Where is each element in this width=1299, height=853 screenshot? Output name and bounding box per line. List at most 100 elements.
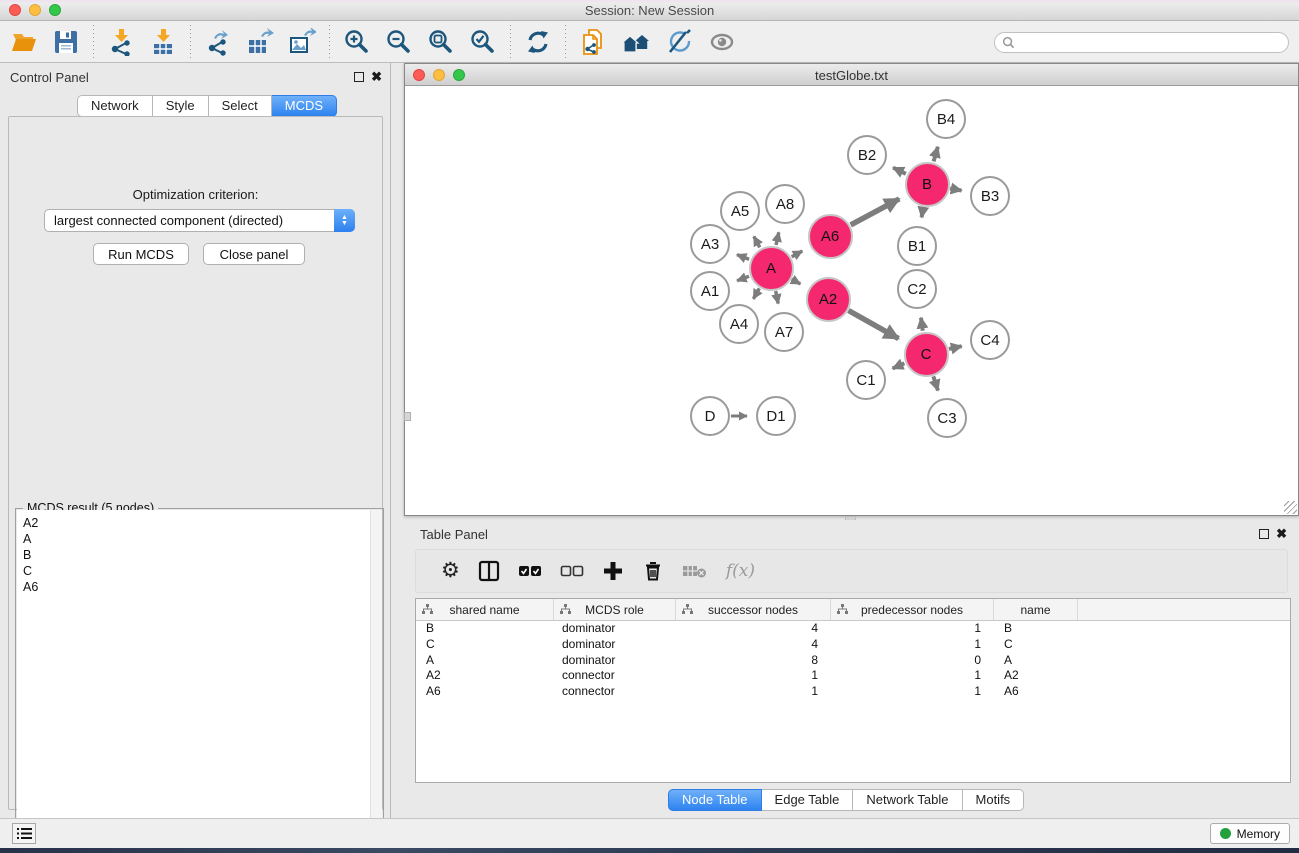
column-header-shared-name[interactable]: shared name <box>416 599 554 620</box>
export-table-button[interactable] <box>244 26 276 58</box>
table-cell[interactable]: connector <box>554 668 676 684</box>
tab-node-table[interactable]: Node Table <box>668 789 762 811</box>
float-panel-icon[interactable] <box>354 72 364 82</box>
graph-node-D1[interactable]: D1 <box>756 396 796 436</box>
graph-node-A2[interactable]: A2 <box>806 277 851 322</box>
canvas-scroll-nub[interactable] <box>404 412 411 421</box>
table-cell[interactable]: 0 <box>831 653 994 669</box>
home-button[interactable] <box>619 26 653 58</box>
show-hide-eye-button[interactable] <box>705 26 739 58</box>
split-view-button[interactable] <box>478 560 500 582</box>
table-cell[interactable]: C <box>416 637 554 653</box>
graph-edge-A-A5[interactable] <box>754 236 760 247</box>
tab-network-table[interactable]: Network Table <box>853 789 962 811</box>
graph-edge-C-C1[interactable] <box>893 363 905 368</box>
export-image-button[interactable] <box>286 26 318 58</box>
result-list-item[interactable]: C <box>17 563 370 579</box>
table-cell[interactable]: connector <box>554 684 676 700</box>
graph-node-B3[interactable]: B3 <box>970 176 1010 216</box>
graph-edge-B-B3[interactable] <box>950 188 961 190</box>
zoom-selected-button[interactable] <box>467 26 499 58</box>
table-settings-button[interactable]: ⚙ <box>441 561 460 581</box>
save-session-button[interactable] <box>50 26 82 58</box>
task-history-button[interactable] <box>12 823 36 844</box>
column-header-predecessor-nodes[interactable]: predecessor nodes <box>831 599 994 620</box>
column-header-mcds-role[interactable]: MCDS role <box>554 599 676 620</box>
memory-button[interactable]: Memory <box>1210 823 1290 844</box>
import-network-button[interactable] <box>105 26 137 58</box>
delete-column-button[interactable] <box>642 560 664 582</box>
graph-edge-C-C3[interactable] <box>933 376 938 390</box>
graph-node-C2[interactable]: C2 <box>897 269 937 309</box>
graph-edge-A-A7[interactable] <box>776 291 779 304</box>
result-list-item[interactable]: A2 <box>17 515 370 531</box>
criterion-dropdown[interactable]: largest connected component (directed) ▲… <box>44 209 355 232</box>
table-cell[interactable]: B <box>416 621 554 637</box>
graph-edge-B-B4[interactable] <box>934 147 938 162</box>
table-cell[interactable]: 1 <box>676 684 831 700</box>
graph-edge-A2-C[interactable] <box>848 311 898 339</box>
import-table-button[interactable] <box>147 26 179 58</box>
tab-motifs[interactable]: Motifs <box>963 789 1025 811</box>
graph-node-A8[interactable]: A8 <box>765 184 805 224</box>
graph-node-B[interactable]: B <box>905 162 950 207</box>
graph-edge-A-A3[interactable] <box>737 255 749 260</box>
result-list-item[interactable]: A <box>17 531 370 547</box>
zoom-fit-button[interactable] <box>425 26 457 58</box>
clone-network-button[interactable] <box>577 26 609 58</box>
window-resize-grip[interactable] <box>1284 501 1297 514</box>
graph-edge-B-B1[interactable] <box>922 207 924 217</box>
table-cell[interactable]: A6 <box>416 684 554 700</box>
graph-node-C4[interactable]: C4 <box>970 320 1010 360</box>
table-cell[interactable]: 4 <box>676 637 831 653</box>
table-cell[interactable]: A6 <box>994 684 1078 700</box>
result-list-item[interactable]: A6 <box>17 579 370 595</box>
graph-node-B1[interactable]: B1 <box>897 226 937 266</box>
close-panel-button[interactable]: Close panel <box>203 243 305 265</box>
table-cell[interactable]: 1 <box>831 621 994 637</box>
graph-edge-A6-B[interactable] <box>851 199 900 225</box>
table-cell[interactable]: 1 <box>831 668 994 684</box>
graph-node-C3[interactable]: C3 <box>927 398 967 438</box>
tab-style[interactable]: Style <box>153 95 209 117</box>
table-cell[interactable]: C <box>994 637 1078 653</box>
graph-node-B2[interactable]: B2 <box>847 135 887 175</box>
table-row[interactable]: Cdominator41C <box>416 637 1290 653</box>
table-cell[interactable]: A2 <box>994 668 1078 684</box>
table-cell[interactable]: B <box>994 621 1078 637</box>
graph-node-A7[interactable]: A7 <box>764 312 804 352</box>
graph-edge-C-C4[interactable] <box>949 346 962 349</box>
graph-edge-C-C2[interactable] <box>921 318 923 331</box>
table-close-panel-icon[interactable]: ✖ <box>1276 526 1287 542</box>
table-cell[interactable]: dominator <box>554 653 676 669</box>
search-input[interactable] <box>1019 36 1288 50</box>
zoom-out-button[interactable] <box>383 26 415 58</box>
tab-network[interactable]: Network <box>77 95 153 117</box>
table-cell[interactable]: A <box>994 653 1078 669</box>
table-cell[interactable]: 1 <box>676 668 831 684</box>
graph-node-A6[interactable]: A6 <box>808 214 853 259</box>
table-row[interactable]: Bdominator41B <box>416 621 1290 637</box>
function-builder-button[interactable]: f(x) <box>726 561 755 581</box>
graph-edge-A-A6[interactable] <box>792 251 803 257</box>
graph-node-C[interactable]: C <box>904 332 949 377</box>
search-field[interactable] <box>994 32 1289 53</box>
add-column-button[interactable] <box>602 560 624 582</box>
graph-edge-A-A2[interactable] <box>792 279 801 284</box>
result-list-item[interactable]: B <box>17 547 370 563</box>
table-cell[interactable]: A2 <box>416 668 554 684</box>
tab-edge-table[interactable]: Edge Table <box>762 789 854 811</box>
run-mcds-button[interactable]: Run MCDS <box>93 243 189 265</box>
select-all-button[interactable] <box>518 560 542 582</box>
table-cell[interactable]: dominator <box>554 621 676 637</box>
delete-table-button[interactable] <box>682 561 708 581</box>
refresh-button[interactable] <box>522 26 554 58</box>
result-scrollbar[interactable] <box>370 510 382 852</box>
network-canvas[interactable]: B4B2BB3A5A8A6B1A3AC2A1A2A4A7CC4C1C3DD1 <box>405 86 1298 514</box>
tab-mcds[interactable]: MCDS <box>272 95 337 117</box>
tab-select[interactable]: Select <box>209 95 272 117</box>
graph-edge-A-A8[interactable] <box>776 232 779 245</box>
zoom-in-button[interactable] <box>341 26 373 58</box>
open-session-button[interactable] <box>8 26 40 58</box>
table-cell[interactable]: 8 <box>676 653 831 669</box>
